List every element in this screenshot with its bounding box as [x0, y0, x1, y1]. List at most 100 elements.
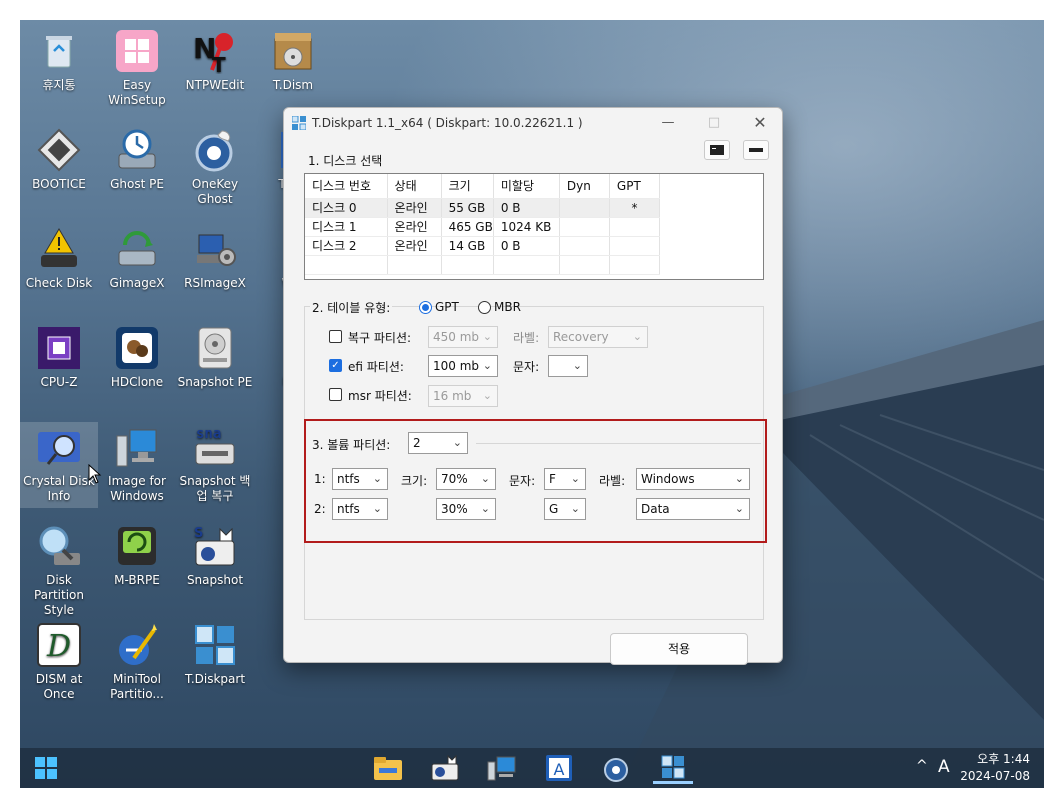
section-disk-select: 1. 디스크 선택 [308, 154, 383, 168]
desktop-icon-snapshot-pe[interactable]: Snapshot PE [176, 325, 254, 390]
desktop-icon-dism-at-once[interactable]: D DISM at Once [20, 622, 98, 702]
recycle-bin-icon [36, 28, 82, 74]
volume-1-fs-select[interactable]: ntfs ⌄ [332, 468, 388, 490]
desktop-icon-onekey-ghost[interactable]: OneKey Ghost [176, 127, 254, 207]
volume-1-label-value: Windows [641, 472, 695, 486]
divider [476, 443, 761, 444]
desktop-icon-tdism[interactable]: T.Dism [254, 28, 332, 93]
gpt-radio[interactable] [419, 301, 432, 314]
msr-size-value: 16 mb [433, 389, 472, 403]
efi-size-select[interactable]: 100 mb ⌄ [428, 355, 498, 377]
desktop-icon-crystal-disk-info[interactable]: Crystal Disk Info [20, 422, 98, 508]
table-row[interactable]: 디스크 2 온라인 14 GB 0 B [305, 236, 661, 256]
recovery-label-label: 라벨: [513, 331, 540, 345]
desktop-icon-snapshot[interactable]: S Snapshot [176, 523, 254, 588]
desktop-icon-image-for-windows[interactable]: Image for Windows [98, 424, 176, 504]
taskbar-file-explorer[interactable] [368, 752, 408, 784]
start-button[interactable] [26, 752, 66, 784]
taskbar-snapshot[interactable] [425, 752, 465, 784]
desktop-icon-disk-partition-style[interactable]: Disk Partition Style [20, 523, 98, 618]
recovery-size-value: 450 mb [433, 330, 480, 344]
desktop-icon-rsimagex[interactable]: RSImageX [176, 226, 254, 291]
hdclone-icon [114, 325, 160, 371]
desktop-icon-recycle-bin[interactable]: 휴지통 [20, 28, 98, 93]
desktop-icon-m-brpe[interactable]: M-BRPE [98, 523, 176, 588]
mbr-radio[interactable] [478, 301, 491, 314]
table-cell: 14 GB [441, 236, 494, 256]
efi-letter-select[interactable]: ⌄ [548, 355, 588, 377]
table-cell: 디스크 1 [305, 217, 388, 237]
volume-2-label-select[interactable]: Data ⌄ [636, 498, 750, 520]
image-for-windows-icon [114, 424, 160, 470]
tray-chevron-icon[interactable]: ^ [916, 758, 928, 774]
column-header: 디스크 번호 [305, 174, 388, 199]
onekey-ghost-icon [604, 758, 628, 782]
table-row[interactable]: 디스크 0 온라인 55 GB 0 B * [305, 198, 661, 218]
table-cell [559, 198, 610, 218]
console-button[interactable] [704, 140, 730, 160]
desktop-icon-easy-winsetup[interactable]: Easy WinSetup [98, 28, 176, 108]
taskbar-onekey-ghost[interactable] [596, 752, 636, 784]
desktop-icon-minitool[interactable]: MiniTool Partitio... [98, 622, 176, 702]
section-table-type: 2. 테이블 유형: [310, 299, 393, 316]
volume-2-size-select[interactable]: 30% ⌄ [436, 498, 496, 520]
desktop-icon-hdclone[interactable]: HDClone [98, 325, 176, 390]
table-cell: 1024 KB [493, 217, 560, 237]
volume-count-select[interactable]: 2 ⌄ [408, 432, 468, 454]
volume-2-fs-select[interactable]: ntfs ⌄ [332, 498, 388, 520]
volume-2-size-value: 30% [441, 502, 468, 516]
gpt-label: GPT [435, 300, 459, 314]
table-cell [559, 236, 610, 256]
snapshot-drive-icon [192, 325, 238, 371]
efi-checkbox[interactable]: ✓ [329, 359, 342, 372]
volume-1-size-select[interactable]: 70% ⌄ [436, 468, 496, 490]
apply-button[interactable]: 적용 [610, 633, 748, 665]
volume-1-label-select[interactable]: Windows ⌄ [636, 468, 750, 490]
desktop-icon-cpu-z[interactable]: CPU-Z [20, 325, 98, 390]
recovery-checkbox[interactable] [329, 330, 342, 343]
recovery-name-select[interactable]: Recovery ⌄ [548, 326, 648, 348]
recovery-size-select[interactable]: 450 mb ⌄ [428, 326, 498, 348]
recovery-label: 복구 파티션: [348, 331, 412, 345]
volume-1-letter-select[interactable]: F ⌄ [544, 468, 586, 490]
table-row[interactable]: 디스크 1 온라인 465 GB 1024 KB [305, 217, 661, 237]
table-cell: 0 B [493, 236, 560, 256]
taskbar-clock[interactable]: 오후 1:44 2024-07-08 [960, 751, 1030, 785]
disk-box-icon [270, 28, 316, 74]
chevron-down-icon: ⌄ [482, 389, 492, 402]
taskbar-app-a[interactable]: A [539, 752, 579, 784]
maximize-button[interactable]: □ [694, 111, 734, 135]
msr-size-select[interactable]: 16 mb ⌄ [428, 385, 498, 407]
drive-icon [749, 148, 763, 152]
magnifier-disk-icon [36, 523, 82, 569]
volume-2-letter-select[interactable]: G ⌄ [544, 498, 586, 520]
svg-text:T: T [212, 53, 226, 74]
volume-1-letter-value: F [549, 472, 556, 486]
desktop-icon-gimagex[interactable]: GimageX [98, 226, 176, 291]
desktop-icon-ntpwedit[interactable]: NT NTPWEdit [176, 28, 254, 93]
efi-letter-label: 문자: [513, 360, 540, 374]
gimagex-icon [114, 226, 160, 272]
volume-count-value: 2 [413, 436, 421, 450]
taskbar: A ^ A 오후 1:44 2024-07-08 [20, 748, 1044, 788]
desktop-icon-check-disk[interactable]: Check Disk [20, 226, 98, 291]
tdiskpart-window: T.Diskpart 1.1_x64 ( Diskpart: 10.0.2262… [283, 107, 783, 665]
drive-button[interactable] [743, 140, 769, 160]
window-title: T.Diskpart 1.1_x64 ( Diskpart: 10.0.2262… [312, 116, 583, 130]
disk-table[interactable]: 디스크 번호 상태 크기 미할당 Dyn GPT 디스크 0 온라인 55 GB… [304, 173, 764, 280]
taskbar-tdiskpart[interactable] [653, 752, 693, 784]
desktop-icon-tdiskpart[interactable]: T.Diskpart [176, 622, 254, 687]
msr-checkbox[interactable] [329, 388, 342, 401]
snapshot-camera-icon [431, 754, 459, 781]
dism-d-icon: D [36, 622, 82, 668]
table-cell: 온라인 [387, 198, 442, 218]
input-language-indicator[interactable]: A [938, 757, 950, 777]
desktop-icon-snapshot-backup[interactable]: sna Snapshot 백업 복구 [176, 424, 254, 504]
taskbar-image-for-windows[interactable] [482, 752, 522, 784]
windows-start-icon [35, 757, 57, 779]
recovery-name-value: Recovery [553, 330, 609, 344]
desktop-icon-ghost-pe[interactable]: Ghost PE [98, 127, 176, 192]
minimize-button[interactable]: — [648, 111, 688, 135]
close-button[interactable]: ✕ [740, 111, 780, 135]
desktop-icon-bootice[interactable]: BOOTICE [20, 127, 98, 192]
